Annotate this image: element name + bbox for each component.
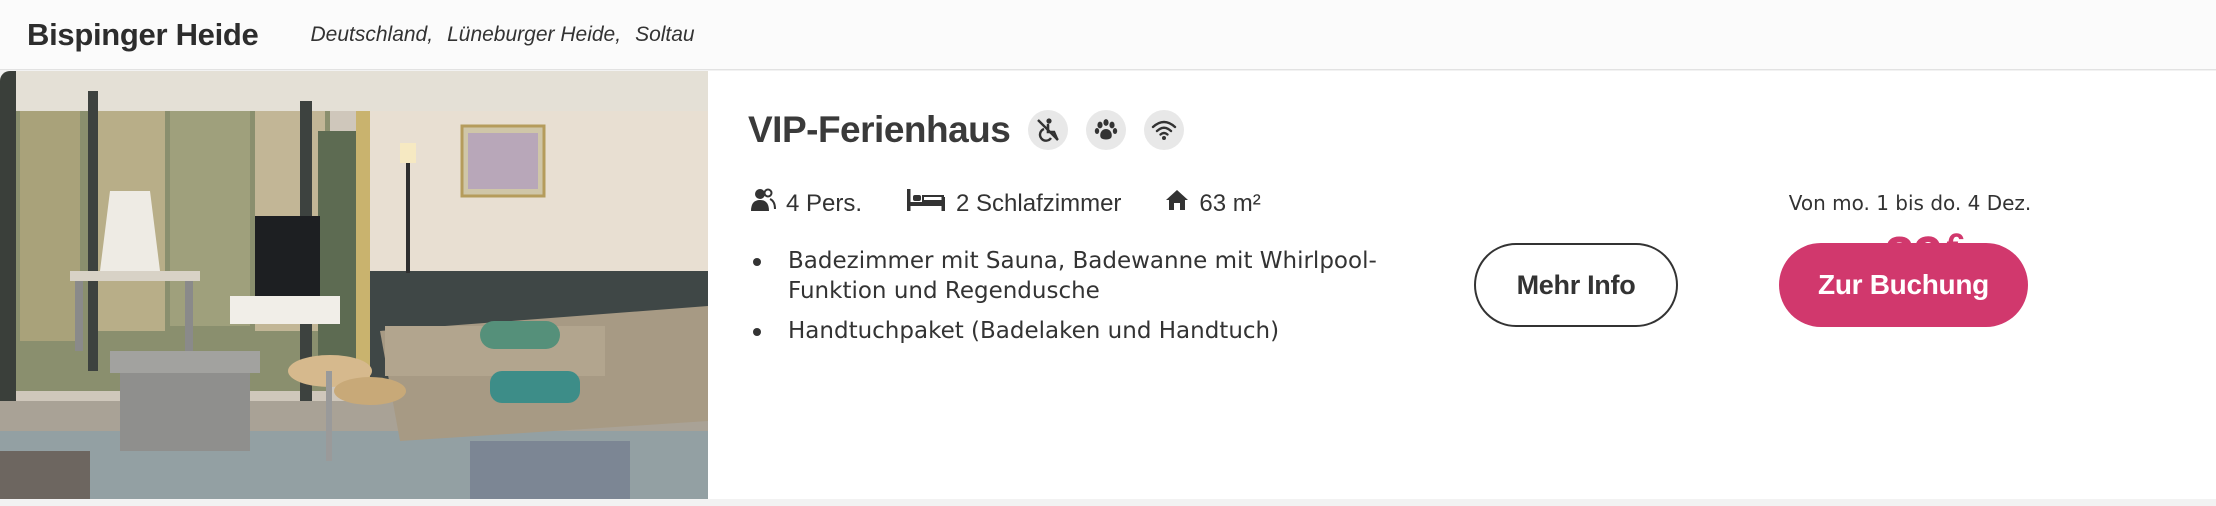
- bed-icon: [906, 187, 956, 220]
- title-row: VIP-Ferienhaus: [748, 109, 1185, 151]
- stat-persons: 4 Pers.: [750, 187, 862, 220]
- park-name: Bispinger Heide: [27, 16, 259, 52]
- bedrooms-label: 2 Schlafzimmer: [956, 189, 1122, 217]
- house-icon: [1165, 188, 1199, 219]
- stat-area: 63 m²: [1165, 188, 1261, 219]
- feature-list: Badezimmer mit Sauna, Badewanne mit Whir…: [750, 246, 1400, 356]
- stat-bedrooms: 2 Schlafzimmer: [906, 187, 1121, 220]
- no-smoking-icon: [1028, 110, 1069, 150]
- more-info-button[interactable]: Mehr Info: [1474, 243, 1678, 327]
- location-breadcrumb: Deutschland, Lüneburger Heide, Soltau: [311, 23, 695, 47]
- location-country: Deutschland: [310, 22, 428, 46]
- stats-row: 4 Pers. 2 Schlafzimmer 63 m²: [750, 187, 1305, 220]
- pets-allowed-icon: [1086, 110, 1127, 150]
- location-region: Lüneburger Heide: [447, 22, 616, 46]
- list-item: Badezimmer mit Sauna, Badewanne mit Whir…: [750, 246, 1400, 306]
- area-label: 63 m²: [1199, 189, 1261, 217]
- date-range: Von mo. 1 bis do. 4 Dez.: [1788, 191, 2032, 215]
- location-header: Bispinger Heide Deutschland, Lüneburger …: [0, 0, 2216, 70]
- location-separator: ,: [427, 22, 434, 46]
- list-item: Handtuchpaket (Badelaken und Handtuch): [750, 316, 1400, 346]
- unit-title: VIP-Ferienhaus: [748, 109, 1011, 150]
- book-button[interactable]: Zur Buchung: [1779, 243, 2028, 327]
- persons-icon: [750, 187, 786, 220]
- persons-label: 4 Pers.: [786, 189, 863, 217]
- location-separator: ,: [615, 22, 622, 46]
- location-city: Soltau: [635, 22, 695, 46]
- accommodation-card: VIP-Ferienhaus 4 Pers. 2 Schlafzimmer 63…: [0, 71, 2216, 499]
- accommodation-photo[interactable]: [0, 71, 708, 499]
- wifi-icon: [1144, 110, 1185, 150]
